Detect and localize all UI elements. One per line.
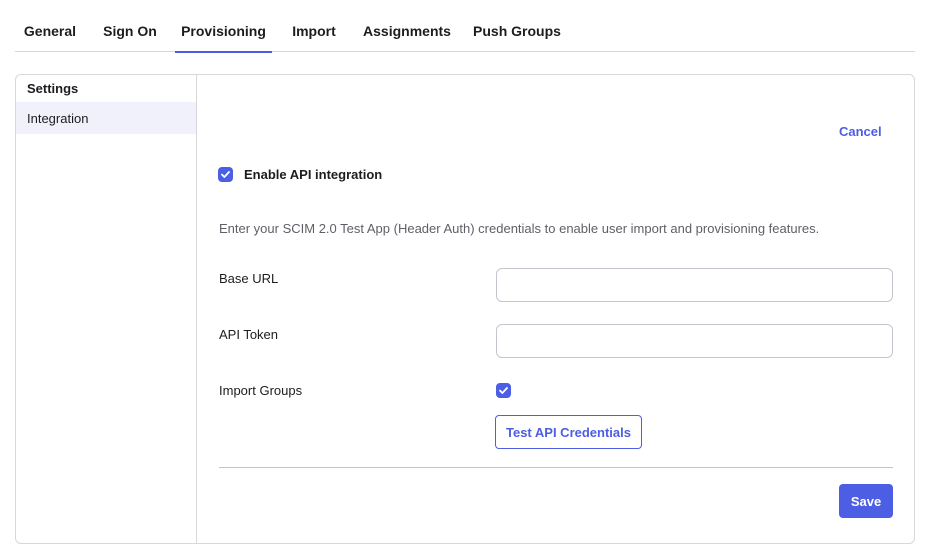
- enable-api-label: Enable API integration: [244, 167, 383, 182]
- tab-bar: General Sign On Provisioning Import Assi…: [15, 0, 915, 53]
- tab-sign-on[interactable]: Sign On: [95, 0, 165, 52]
- import-groups-checkbox[interactable]: [496, 383, 511, 398]
- sidenav-item-integration[interactable]: Integration: [16, 102, 196, 134]
- enable-api-checkbox[interactable]: [218, 167, 233, 182]
- integration-description: Enter your SCIM 2.0 Test App (Header Aut…: [219, 221, 820, 236]
- test-api-credentials-button[interactable]: Test API Credentials: [495, 415, 642, 449]
- form-divider: [219, 467, 893, 468]
- api-token-label: API Token: [219, 327, 279, 342]
- checkmark-icon: [499, 387, 508, 394]
- provisioning-settings-card: Settings Integration Cancel Enable API i…: [15, 74, 915, 544]
- tab-provisioning[interactable]: Provisioning: [175, 0, 272, 53]
- api-token-input[interactable]: [496, 324, 893, 358]
- tab-push-groups[interactable]: Push Groups: [469, 0, 565, 52]
- tab-assignments[interactable]: Assignments: [357, 0, 457, 52]
- base-url-label: Base URL: [219, 271, 279, 286]
- save-button[interactable]: Save: [839, 484, 893, 518]
- tab-import[interactable]: Import: [283, 0, 345, 52]
- sidenav-heading: Settings: [27, 81, 79, 96]
- import-groups-label: Import Groups: [219, 383, 303, 398]
- settings-sidenav: Settings Integration: [16, 75, 197, 543]
- cancel-link[interactable]: Cancel: [839, 124, 882, 139]
- tab-general[interactable]: General: [15, 0, 85, 52]
- checkmark-icon: [221, 171, 230, 178]
- base-url-input[interactable]: [496, 268, 893, 302]
